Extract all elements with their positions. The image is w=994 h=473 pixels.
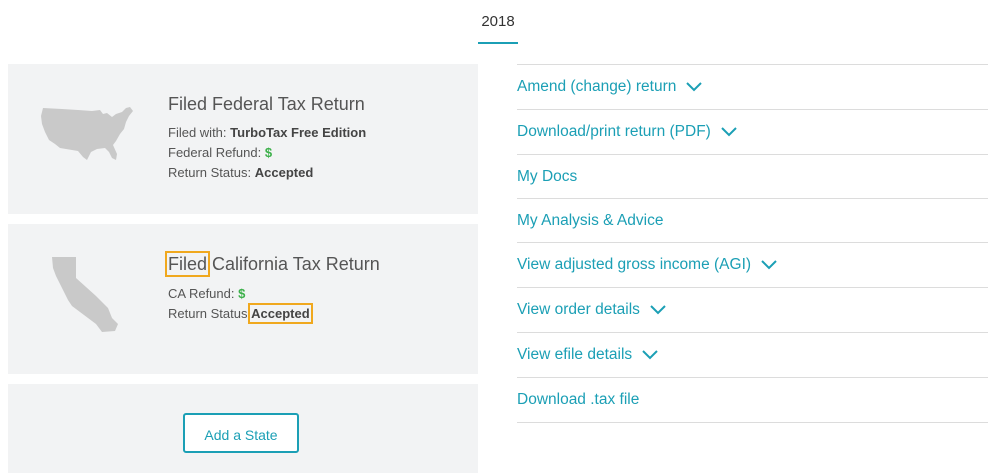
link-label: View efile details [517,346,633,363]
link-label: My Docs [517,167,578,185]
federal-refund: Federal Refund: $ [168,145,272,160]
link-label: View adjusted gross income (AGI) [517,256,752,273]
state-refund: CA Refund: $ [168,286,245,301]
state-refund-label: CA Refund: [168,286,235,301]
link-label: My Analysis & Advice [517,211,664,229]
california-map-icon [52,257,118,332]
federal-filed-with: Filed with: TurboTax Free Edition [168,125,366,140]
add-state-card: Add a State [8,384,478,473]
state-status-label: Return Status: [168,306,252,321]
link-my-analysis-advice[interactable]: My Analysis & Advice [517,198,988,242]
link-amend-return[interactable]: Amend (change) return [517,64,988,109]
link-view-efile-details[interactable]: View efile details [517,332,988,377]
state-status-value: Accepted [248,303,313,324]
chevron-down-icon [650,305,666,315]
tab-2018-label: 2018 [481,13,515,30]
state-return-title: Filed California Tax Return [164,251,380,277]
usa-map-icon [41,107,133,160]
state-refund-value: $ [238,286,246,301]
filed-with-label: Filed with: [168,125,227,140]
federal-return-title: Filed Federal Tax Return [168,94,365,114]
chevron-down-icon [721,127,737,137]
tab-active-underline [478,42,518,44]
filed-with-value: TurboTax Free Edition [230,125,367,140]
tab-2018[interactable]: 2018 [478,12,518,44]
add-state-button[interactable]: Add a State [183,413,299,453]
chevron-down-icon [761,260,777,270]
link-label: View order details [517,301,640,318]
link-label: Amend (change) return [517,78,677,95]
federal-refund-value: $ [264,145,273,160]
state-return-name: California Tax Return [212,254,380,274]
link-label: Download/print return (PDF) [517,123,711,140]
link-my-docs[interactable]: My Docs [517,154,988,198]
federal-status: Return Status: Accepted [168,165,313,180]
state-status: Return Status:Accepted [168,303,313,324]
chevron-down-icon [686,82,703,92]
link-view-agi[interactable]: View adjusted gross income (AGI) [517,242,988,287]
link-view-order-details[interactable]: View order details [517,287,988,332]
federal-status-value: Accepted [254,165,314,180]
chevron-down-icon [642,350,658,360]
federal-status-label: Return Status: [168,165,252,180]
link-download-print-return[interactable]: Download/print return (PDF) [517,109,988,154]
link-label: Download .tax file [517,391,640,408]
state-return-card: Filed California Tax Return CA Refund: $… [8,224,478,374]
link-download-tax-file[interactable]: Download .tax file [517,377,988,423]
federal-refund-label: Federal Refund: [168,145,262,160]
return-actions-list: Amend (change) return Download/print ret… [517,64,988,423]
state-filed-status: Filed [164,251,211,277]
federal-return-card: Filed Federal Tax Return Filed with: Tur… [8,64,478,214]
